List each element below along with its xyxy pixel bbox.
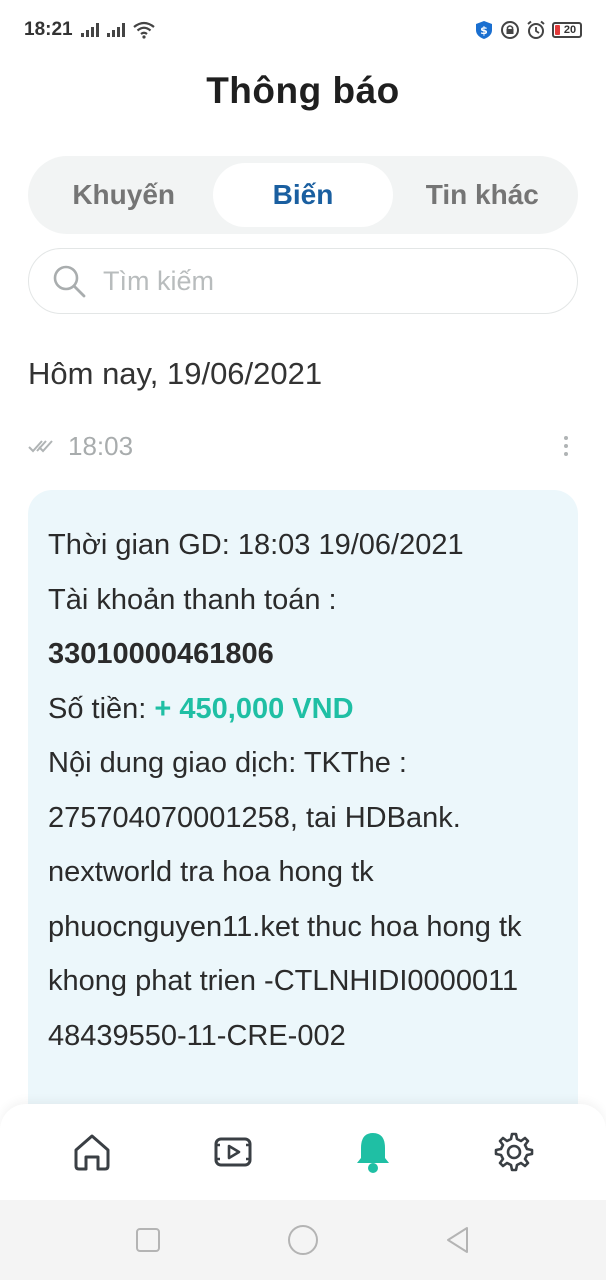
gear-icon — [494, 1132, 534, 1172]
nav-settings[interactable] — [484, 1122, 544, 1182]
transaction-time: Thời gian GD: 18:03 19/06/2021 — [48, 529, 464, 561]
back-button[interactable] — [436, 1218, 480, 1262]
search-input[interactable] — [101, 264, 525, 298]
page-title: Thông báo — [206, 70, 400, 111]
tab-bar: Khuyến Biến Tin khác — [28, 156, 578, 234]
recents-icon — [135, 1228, 160, 1252]
status-bar: 18:21 $ 20 — [0, 0, 606, 60]
shield-dollar-icon: $ — [476, 21, 492, 39]
message-meta: 18:03 — [28, 430, 578, 462]
status-left: 18:21 — [24, 19, 155, 41]
signal-icon — [80, 23, 99, 37]
alarm-icon — [527, 20, 545, 39]
svg-text:$: $ — [480, 24, 488, 37]
amount-label: Số tiền: — [48, 692, 155, 725]
recents-button[interactable] — [126, 1218, 170, 1262]
nav-video[interactable] — [203, 1122, 263, 1182]
search-icon — [53, 265, 86, 298]
home-circle-icon — [287, 1225, 318, 1255]
lock-circle-icon — [501, 21, 519, 39]
signal-2-icon — [106, 23, 125, 37]
double-check-icon — [28, 440, 53, 453]
date-header: Hôm nay, 19/06/2021 — [28, 356, 323, 391]
content-line: nextworld tra hoa hong tk — [48, 856, 374, 888]
content-line: Nội dung giao dịch: TKThe : — [48, 747, 407, 779]
account-label: Tài khoản thanh toán : — [48, 583, 337, 616]
nav-home[interactable] — [62, 1122, 122, 1182]
bottom-nav — [0, 1104, 606, 1200]
system-nav — [0, 1200, 606, 1280]
more-options-icon[interactable] — [556, 434, 576, 458]
message-card: Thời gian GD: 18:03 19/06/2021 Tài khoản… — [28, 490, 578, 1130]
battery-fill — [555, 25, 560, 35]
bell-icon — [357, 1133, 390, 1173]
system-home-button[interactable] — [281, 1218, 325, 1262]
search-bar[interactable] — [28, 248, 578, 314]
battery-level: 20 — [563, 24, 577, 36]
tab-bien[interactable]: Biến — [213, 163, 393, 227]
nav-notifications[interactable] — [343, 1122, 403, 1182]
content-line: phuocnguyen11.ket thuc hoa hong tk — [48, 910, 522, 943]
amount-row: Số tiền: + 450,000 VND — [48, 682, 558, 737]
home-icon — [74, 1134, 110, 1171]
back-icon — [447, 1227, 469, 1253]
account-number: 33010000461806 — [48, 638, 274, 670]
video-icon — [214, 1137, 252, 1167]
message-time: 18:03 — [68, 430, 134, 461]
battery-icon: 20 — [552, 22, 582, 38]
amount-value: + 450,000 VND — [154, 692, 354, 725]
tab-tin-khac[interactable]: Tin khác — [393, 163, 572, 227]
content-line: khong phat trien -CTLNHIDI0000011 — [48, 965, 519, 997]
content-line: 48439550-11-CRE-002 — [48, 1019, 346, 1052]
content-line: 275704070001258, tai HDBank. — [48, 801, 461, 834]
status-right: $ 20 — [474, 20, 582, 40]
tab-khuyen[interactable]: Khuyến — [34, 163, 213, 227]
wifi-icon — [132, 21, 155, 39]
clock: 18:21 — [24, 19, 73, 40]
